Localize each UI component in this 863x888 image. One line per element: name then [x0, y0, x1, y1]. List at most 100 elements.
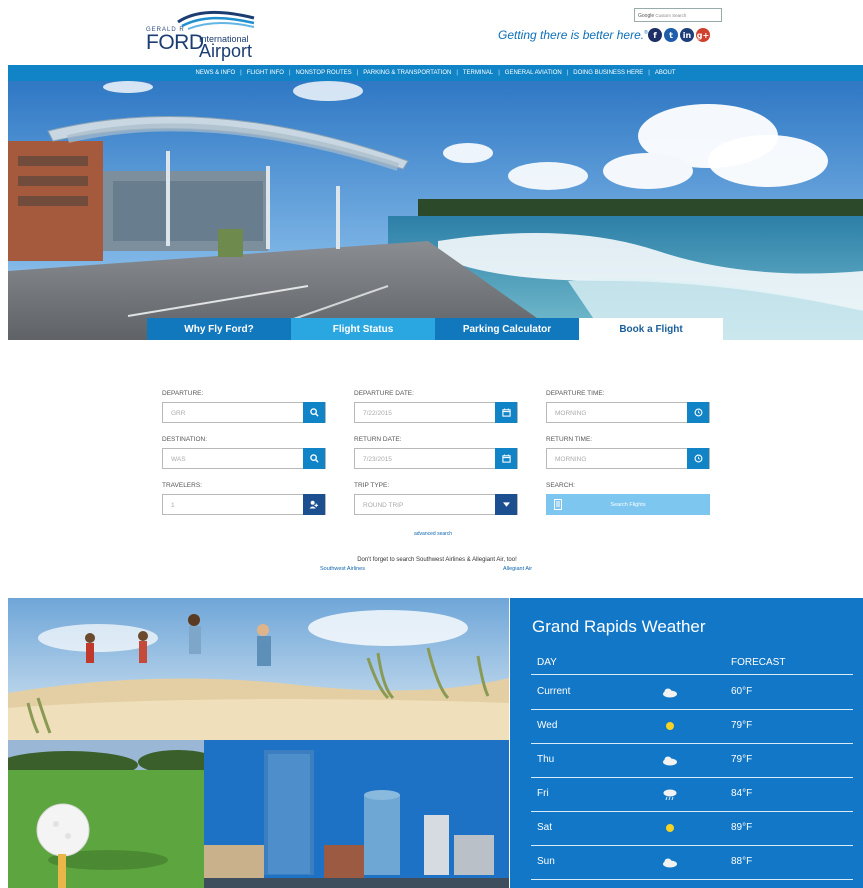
dunes-family-photo	[8, 598, 509, 740]
trip-type-field-group: TRIP TYPE: ROUND TRIP	[354, 482, 518, 515]
tab-flight-status[interactable]: Flight Status	[291, 318, 435, 340]
nav-item-about[interactable]: ABOUT	[650, 70, 681, 76]
tab-book-a-flight[interactable]: Book a Flight	[579, 318, 723, 340]
twitter-icon[interactable]: t	[664, 28, 678, 42]
calendar-icon[interactable]	[495, 402, 517, 423]
search-icon[interactable]	[303, 402, 325, 423]
departure-input[interactable]: GRR	[162, 402, 326, 423]
weather-day: Fri	[537, 788, 549, 799]
destination-field-group: DESTINATION: WAS	[162, 436, 326, 469]
chevron-down-icon[interactable]	[495, 494, 517, 515]
rain-icon	[663, 789, 677, 801]
sunny-icon	[666, 824, 674, 832]
weather-row: Sun 88°F	[531, 846, 853, 880]
logo-line-ford: FORD	[146, 31, 204, 54]
southwest-airlines-link[interactable]: Southwest Airlines	[320, 566, 365, 572]
travelers-label: TRAVELERS:	[162, 482, 202, 489]
search-field-group: SEARCH: Search Flights	[546, 482, 710, 515]
facebook-icon[interactable]: f	[648, 28, 662, 42]
airline-reminder: Don't forget to search Southwest Airline…	[357, 557, 517, 563]
weather-panel: Grand Rapids Weather DAY FORECAST Curren…	[510, 598, 863, 888]
site-header: GERALD R FORD International Airport Goog…	[0, 0, 863, 64]
nav-item-general-aviation[interactable]: GENERAL AVIATION	[500, 70, 567, 76]
hero-tabs: Why Fly Ford? Flight Status Parking Calc…	[147, 318, 723, 340]
allegiant-air-link[interactable]: Allegiant Air	[503, 566, 532, 572]
departure-time-input[interactable]: MORNING	[546, 402, 710, 423]
travelers-input[interactable]: 1	[162, 494, 326, 515]
googleplus-icon[interactable]: g+	[696, 28, 710, 42]
tagline-text: Getting there is better here.	[498, 28, 645, 42]
departure-label: DEPARTURE:	[162, 390, 204, 397]
departure-field-group: DEPARTURE: GRR	[162, 390, 326, 423]
linkedin-icon[interactable]: in	[680, 28, 694, 42]
return-date-field-group: RETURN DATE: 7/23/2015	[354, 436, 518, 469]
weather-day: Sat	[537, 822, 553, 833]
return-time-value: MORNING	[555, 456, 587, 463]
departure-value: GRR	[171, 410, 186, 417]
clock-icon[interactable]	[687, 402, 709, 423]
return-date-label: RETURN DATE:	[354, 436, 402, 443]
search-placeholder: Custom Search	[655, 13, 687, 18]
search-flights-label: Search Flights	[610, 501, 646, 508]
weather-row: Thu 79°F	[531, 744, 853, 778]
social-links: f t in g+	[648, 28, 710, 42]
return-time-input[interactable]: MORNING	[546, 448, 710, 469]
google-custom-search-input[interactable]: Google Custom Search	[634, 8, 722, 22]
nav-item-nonstop-routes[interactable]: NONSTOP ROUTES	[291, 70, 357, 76]
weather-title: Grand Rapids Weather	[532, 617, 706, 636]
nav-item-doing-business[interactable]: DOING BUSINESS HERE	[568, 70, 648, 76]
departure-time-value: MORNING	[555, 410, 587, 417]
nav-item-terminal[interactable]: TERMINAL	[458, 70, 498, 76]
search-label: SEARCH:	[546, 482, 575, 489]
tab-why-fly-ford[interactable]: Why Fly Ford?	[147, 318, 291, 340]
cloudy-icon	[663, 858, 677, 868]
book-flight-form: DEPARTURE: GRR DEPARTURE DATE: 7/22/2015…	[162, 386, 712, 586]
weather-col-day: DAY	[537, 657, 557, 668]
trip-type-select[interactable]: ROUND TRIP	[354, 494, 518, 515]
weather-row: Fri 84°F	[531, 778, 853, 812]
weather-temp: 84°F	[731, 788, 753, 799]
weather-temp: 89°F	[731, 822, 753, 833]
weather-day: Wed	[537, 720, 558, 731]
calendar-icon[interactable]	[495, 448, 517, 469]
golf-ball-photo	[8, 740, 204, 888]
city-skyline-photo	[204, 740, 509, 888]
weather-day: Current	[537, 686, 571, 697]
nav-item-parking-transportation[interactable]: PARKING & TRANSPORTATION	[358, 70, 456, 76]
departure-date-value: 7/22/2015	[363, 410, 392, 417]
nav-item-flight-info[interactable]: FLIGHT INFO	[242, 70, 289, 76]
departure-date-field-group: DEPARTURE DATE: 7/22/2015	[354, 390, 518, 423]
destination-input[interactable]: WAS	[162, 448, 326, 469]
logo-line-airport: Airport	[199, 41, 253, 61]
departure-time-field-group: DEPARTURE TIME: MORNING	[546, 390, 710, 423]
add-user-icon[interactable]	[303, 494, 325, 515]
departure-date-label: DEPARTURE DATE:	[354, 390, 414, 397]
logo-waves-icon	[177, 10, 255, 30]
advanced-search-link[interactable]: advanced search	[414, 531, 452, 537]
main-nav: NEWS & INFO | FLIGHT INFO | NONSTOP ROUT…	[8, 65, 863, 81]
tab-parking-calculator[interactable]: Parking Calculator	[435, 318, 579, 340]
departure-date-input[interactable]: 7/22/2015	[354, 402, 518, 423]
google-brand: Google	[638, 13, 655, 19]
weather-day: Sun	[537, 856, 555, 867]
travelers-field-group: TRAVELERS: 1	[162, 482, 326, 515]
weather-temp: 88°F	[731, 856, 753, 867]
airport-logo[interactable]: GERALD R FORD International Airport	[146, 8, 256, 61]
nav-item-news-info[interactable]: NEWS & INFO	[190, 70, 240, 76]
destination-label: DESTINATION:	[162, 436, 208, 443]
weather-day: Thu	[537, 754, 555, 765]
trip-type-value: ROUND TRIP	[363, 502, 404, 509]
departure-time-label: DEPARTURE TIME:	[546, 390, 605, 397]
search-flights-button[interactable]: Search Flights	[546, 494, 710, 515]
return-time-label: RETURN TIME:	[546, 436, 593, 443]
return-date-input[interactable]: 7/23/2015	[354, 448, 518, 469]
document-icon	[554, 499, 562, 510]
weather-col-forecast: FORECAST	[731, 657, 786, 668]
search-icon[interactable]	[303, 448, 325, 469]
return-time-field-group: RETURN TIME: MORNING	[546, 436, 710, 469]
trip-type-label: TRIP TYPE:	[354, 482, 390, 489]
clock-icon[interactable]	[687, 448, 709, 469]
weather-row: Wed 79°F	[531, 710, 853, 744]
sunny-icon	[666, 722, 674, 730]
weather-row: Current 60°F	[531, 676, 853, 710]
